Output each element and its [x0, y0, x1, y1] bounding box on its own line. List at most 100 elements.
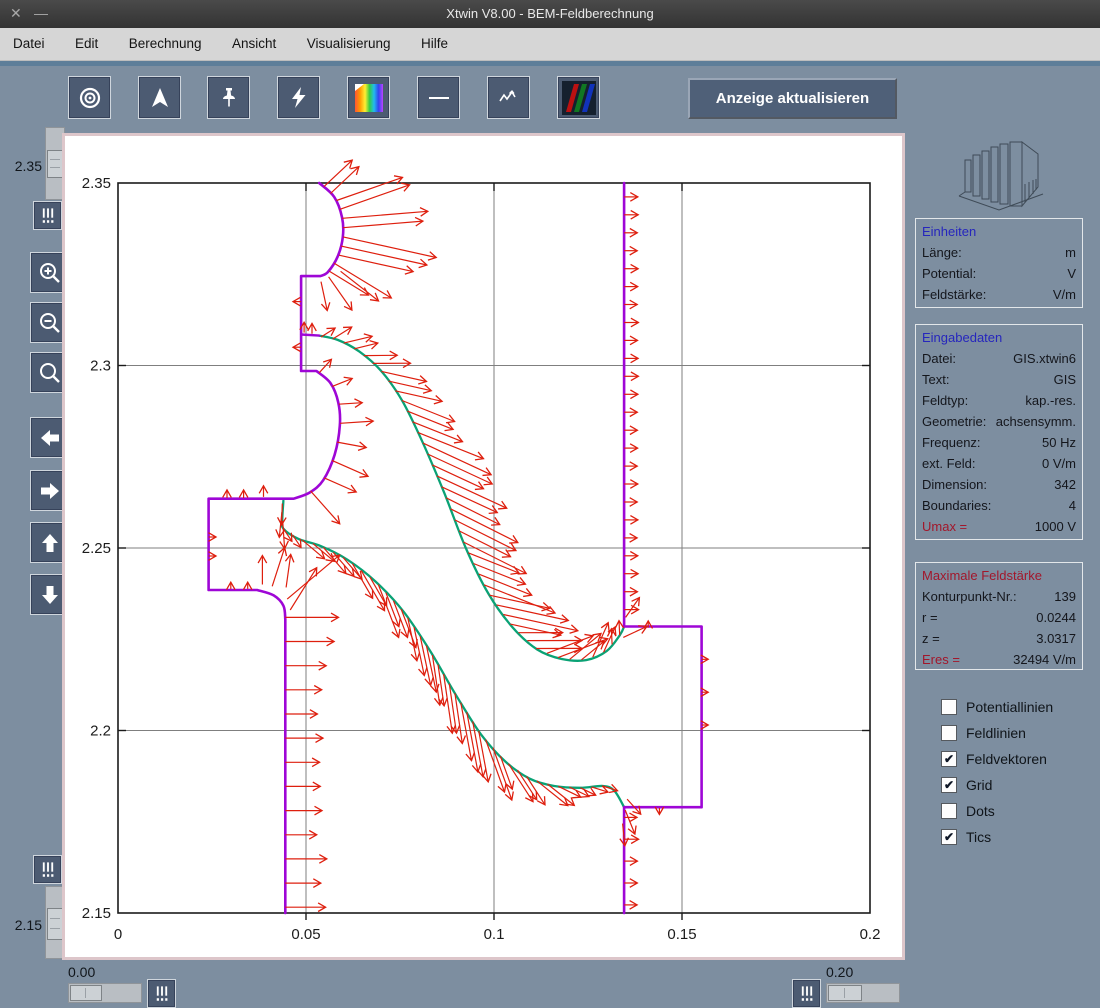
profile-tool-button[interactable] [487, 76, 530, 119]
panel-row: Potential: V [922, 263, 1076, 284]
pin-tool-button[interactable] [207, 76, 250, 119]
target-tool-button[interactable] [68, 76, 111, 119]
slider-settings-button-bleft[interactable] [147, 979, 176, 1008]
top-arc-vectors [339, 182, 411, 210]
display-option-potentiallinien[interactable]: Potentiallinien [941, 694, 1091, 720]
checkbox-grid[interactable]: ✔ [941, 777, 957, 793]
panel-row: ext. Feld: 0 V/m [922, 453, 1076, 474]
top-arc-vectors [342, 216, 425, 229]
horizontal-slider-left-thumb[interactable] [70, 985, 102, 1001]
cursor-tool-button[interactable] [138, 76, 181, 119]
vertical-slider-bottom-thumb[interactable] [47, 908, 63, 940]
checkbox-potentiallinien[interactable] [941, 699, 957, 715]
window-title: Xtwin V8.00 - BEM-Feldberechnung [446, 6, 654, 21]
zoom-out-icon [39, 312, 60, 333]
panel-row: r = 0.0244 [922, 607, 1076, 628]
mid-bulge-vectors [340, 416, 375, 427]
row-value: 50 Hz [1042, 435, 1076, 450]
panel-row: Dimension: 342 [922, 474, 1076, 495]
arrow-left-icon [40, 429, 59, 446]
upper-surface-vectors [546, 633, 595, 654]
upper-surface-vectors [483, 584, 557, 615]
display-option-tics[interactable]: ✔ Tics [941, 824, 1091, 850]
row-value: kap.-res. [1025, 393, 1076, 408]
field-tool-button[interactable] [277, 76, 320, 119]
menu-item-visualisierung[interactable]: Visualisierung [294, 28, 404, 60]
update-display-button[interactable]: Anzeige aktualisieren [688, 78, 897, 119]
upper-surface-vectors [401, 399, 456, 424]
colormap-tool-button[interactable] [347, 76, 390, 119]
line-tool-button[interactable] [417, 76, 460, 119]
menu-item-ansicht[interactable]: Ansicht [219, 28, 289, 60]
display-option-feldvektoren[interactable]: ✔ Feldvektoren [941, 746, 1091, 772]
row-label: z = [922, 631, 940, 646]
row-value: 1000 V [1034, 519, 1076, 534]
row-label: Umax = [922, 519, 968, 534]
x-tick-label: 0 [114, 926, 122, 943]
profile-curve-icon [498, 89, 516, 101]
checkbox-feldlinien[interactable] [941, 725, 957, 741]
slider-settings-button-top[interactable] [33, 201, 62, 230]
display-option-grid[interactable]: ✔ Grid [941, 772, 1091, 798]
target-icon [79, 87, 100, 108]
horizontal-slider-right-thumb[interactable] [828, 985, 862, 1001]
slider-settings-button-bright[interactable] [792, 979, 821, 1008]
upper-surface-vectors [463, 541, 528, 575]
field-vector [623, 625, 648, 638]
vertical-slider-top-thumb[interactable] [47, 150, 63, 178]
row-label: ext. Feld: [922, 456, 976, 471]
display-option-feldlinien[interactable]: Feldlinien [941, 720, 1091, 746]
cursor-arrow-icon [151, 87, 168, 107]
plot-canvas[interactable]: 2.35 2.3 2.25 2.2 2.15 0 0.05 0.1 0.15 0.2 [62, 133, 905, 960]
checkbox-feldvektoren[interactable]: ✔ [941, 751, 957, 767]
model-preview [945, 132, 1055, 214]
panel-maximale-feldstaerke: Maximale Feldstärke Konturpunkt-Nr.: 139 r … [915, 562, 1083, 670]
arrow-right-icon [40, 482, 59, 499]
spectrum-icon [354, 83, 383, 112]
mid-bulge-vectors [338, 398, 364, 409]
electrode-stub [299, 333, 321, 337]
row-label: Geometrie: [922, 414, 987, 429]
field-vector [279, 520, 289, 551]
upper-surface-vectors [614, 619, 625, 636]
mid-bulge-vectors [331, 376, 354, 387]
rgb-planes-tool-button[interactable] [557, 76, 600, 119]
y-tick-label: 2.2 [90, 723, 111, 740]
horizontal-slider-left[interactable] [68, 983, 142, 1003]
row-value: m [1065, 245, 1076, 260]
menu-item-hilfe[interactable]: Hilfe [408, 28, 461, 60]
row-label: Länge: [922, 245, 962, 260]
panel-title: Eingabedaten [922, 330, 1003, 345]
display-options-list: Potentiallinien Feldlinien ✔ Feldvektoren ✔ G… [941, 694, 1091, 850]
panel-eingabedaten: Eingabedaten Datei: GIS.xtwin6 Text: GIS Feld… [915, 324, 1083, 540]
lower-surface-vectors [516, 769, 538, 801]
row-value: V/m [1052, 287, 1076, 302]
x-tick-label: 0.1 [484, 926, 505, 943]
mid-bulge-vectors [318, 358, 333, 374]
x-tick-label: 0.15 [667, 926, 696, 943]
top-arc-vectors [342, 207, 430, 219]
rgb-planes-icon [561, 80, 596, 115]
accent-strip [0, 61, 1100, 66]
row-value: 342 [1054, 477, 1076, 492]
horizontal-slider-right[interactable] [826, 983, 900, 1003]
arrow-down-icon [41, 585, 58, 604]
slider-settings-button-bottom[interactable] [33, 855, 62, 884]
top-arc-vectors [336, 175, 404, 202]
checkbox-tics[interactable]: ✔ [941, 829, 957, 845]
checkbox-label: Grid [966, 777, 993, 793]
checkbox-dots[interactable] [941, 803, 957, 819]
field-vector [328, 276, 353, 312]
menu-item-berechnung[interactable]: Berechnung [116, 28, 215, 60]
row-label: r = [922, 610, 938, 625]
row-label: Text: [922, 372, 950, 387]
menu-item-edit[interactable]: Edit [62, 28, 111, 60]
panel-row: Geometrie: achsensymm. [922, 411, 1076, 432]
row-label: Boundaries: [922, 498, 992, 513]
top-arc-vectors [340, 245, 429, 269]
display-option-dots[interactable]: Dots [941, 798, 1091, 824]
panel-row: Umax = 1000 V [922, 516, 1076, 537]
upper-surface-vectors [606, 627, 617, 645]
top-arc-vectors [342, 236, 438, 261]
menu-item-datei[interactable]: Datei [0, 28, 58, 60]
